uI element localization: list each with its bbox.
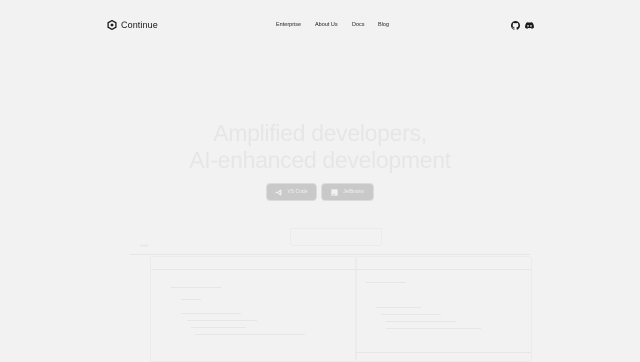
nav-link-blog[interactable]: Blog	[378, 22, 389, 28]
code-editor-pane	[150, 256, 357, 362]
nav-link-about-us[interactable]: About Us	[315, 22, 338, 28]
github-link[interactable]	[511, 21, 520, 30]
editor-preview: ●●●	[130, 228, 532, 362]
chat-sidebar-pane	[355, 256, 532, 362]
brand-name: Continue	[121, 20, 158, 30]
hero-title-line-2: AI-enhanced development	[189, 147, 451, 173]
vscode-download-button[interactable]: VS Code	[267, 184, 316, 200]
hero-title: Amplified developers, AI-enhanced develo…	[0, 120, 640, 174]
discord-link[interactable]	[525, 21, 534, 30]
nav-link-docs[interactable]: Docs	[352, 22, 365, 28]
jetbrains-icon	[331, 188, 338, 196]
brand-logo[interactable]: Continue	[107, 20, 158, 30]
nav-link-enterprise[interactable]: Enterprise	[276, 22, 301, 28]
vscode-button-label: VS Code	[287, 189, 308, 195]
jetbrains-download-button[interactable]: JetBrains	[322, 184, 373, 200]
hero-title-line-1: Amplified developers,	[213, 120, 427, 146]
github-icon	[511, 21, 520, 30]
preview-floating-card	[290, 228, 382, 246]
jetbrains-button-label: JetBrains	[343, 189, 364, 195]
editor-window-dots: ●●●	[140, 244, 149, 249]
vscode-icon	[276, 189, 282, 195]
editor-divider	[130, 254, 530, 255]
top-navigation: Continue Enterprise About Us Docs Blog	[0, 0, 640, 52]
continue-logo-icon	[107, 20, 117, 30]
discord-icon	[525, 22, 534, 29]
